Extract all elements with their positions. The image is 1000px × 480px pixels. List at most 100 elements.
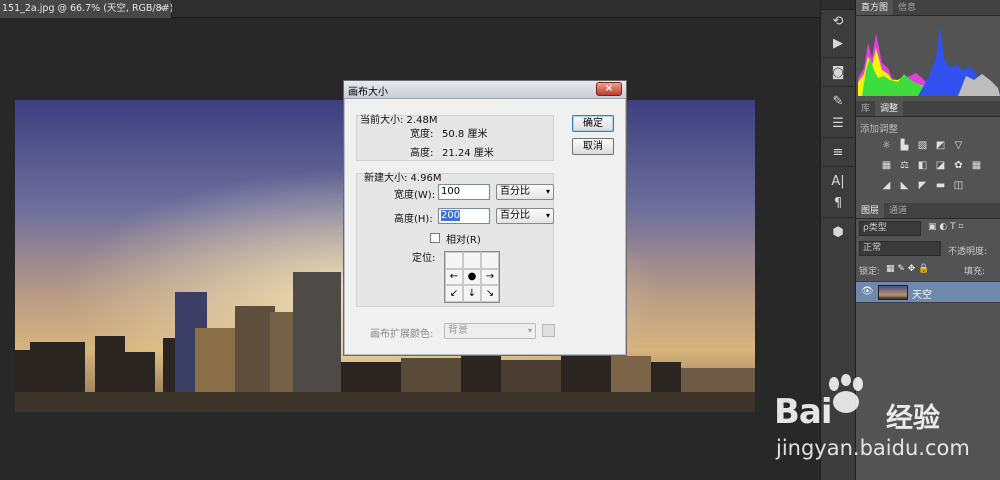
vibrance-icon[interactable]: ▽ bbox=[952, 139, 965, 152]
height-label: 高度(H): bbox=[394, 214, 433, 225]
layer-comps-icon[interactable]: ≡ bbox=[821, 141, 855, 163]
current-height-value: 21.24 厘米 bbox=[442, 148, 494, 159]
adjustments-panel: 库 调整 添加调整 ☼ ▙ ▧ ◩ ▽ ▦ ⚖ ◧ ◪ ✿ ▦ ◢ ◣ ◤ ▬ … bbox=[856, 101, 1000, 201]
filter-icons[interactable]: ▣ ◐ T ⌗ bbox=[928, 222, 964, 232]
current-size-label: 当前大小: 2.48M bbox=[360, 115, 438, 126]
tab-library[interactable]: 库 bbox=[856, 101, 875, 116]
gradient-map-icon[interactable]: ▬ bbox=[934, 179, 947, 192]
exposure-icon[interactable]: ◩ bbox=[934, 139, 947, 152]
opacity-label: 不透明度: bbox=[948, 247, 988, 257]
adjustments-row-2: ▦ ⚖ ◧ ◪ ✿ ▦ bbox=[880, 159, 983, 172]
posterize-icon[interactable]: ◣ bbox=[898, 179, 911, 192]
layer-filter-select[interactable]: ρ类型 bbox=[859, 221, 921, 236]
selective-color-icon[interactable]: ◫ bbox=[952, 179, 965, 192]
eye-icon[interactable]: 👁 bbox=[861, 286, 874, 297]
levels-icon[interactable]: ▙ bbox=[898, 139, 911, 152]
watermark-brand: Bai bbox=[774, 392, 833, 432]
history-icon[interactable]: ⟲ bbox=[821, 10, 855, 32]
lock-icons[interactable]: ▦ ✎ ✥ 🔒 bbox=[886, 264, 929, 274]
document-tab-title: 151_2a.jpg @ 66.7% (天空, RGB/8#) * bbox=[2, 3, 182, 14]
dialog-title-bar[interactable]: 画布大小 × bbox=[344, 81, 626, 99]
height-unit-value: 百分比 bbox=[500, 210, 530, 221]
anchor-cell-center[interactable]: ● bbox=[463, 268, 481, 286]
height-input[interactable]: 200 bbox=[438, 208, 490, 224]
close-button[interactable]: × bbox=[596, 82, 622, 96]
baidu-watermark: Bai 经验 jingyan.baidu.com bbox=[760, 370, 1000, 480]
brush-icon[interactable]: ✎ bbox=[821, 90, 855, 112]
anchor-grid[interactable]: ← ● → ↙ ↓ ↘ bbox=[444, 251, 500, 303]
adjustments-tabs: 库 调整 bbox=[856, 101, 1000, 117]
current-width-label: 宽度: bbox=[410, 129, 434, 140]
extension-color-swatch[interactable] bbox=[542, 324, 555, 337]
layer-row[interactable]: 👁 天空 bbox=[856, 281, 1000, 303]
character-icon[interactable]: A| bbox=[821, 170, 855, 192]
sliders-icon[interactable]: ☰ bbox=[821, 112, 855, 134]
cancel-button[interactable]: 取消 bbox=[572, 138, 614, 155]
divider bbox=[823, 166, 853, 167]
anchor-label: 定位: bbox=[412, 253, 436, 264]
layers-tabs: 图层 通道 bbox=[856, 203, 1000, 219]
width-unit-value: 百分比 bbox=[500, 186, 530, 197]
relative-checkbox[interactable] bbox=[430, 233, 440, 243]
info-icon[interactable]: ◙ bbox=[821, 61, 855, 83]
watermark-brand-cn: 经验 bbox=[886, 403, 940, 434]
adjustments-row-1: ☼ ▙ ▧ ◩ ▽ bbox=[880, 139, 965, 152]
anchor-cell-top-left[interactable] bbox=[445, 252, 463, 269]
divider bbox=[823, 86, 853, 87]
histogram-tabs: 直方图 信息 bbox=[856, 0, 1000, 16]
blend-mode-select[interactable]: 正常 bbox=[859, 241, 941, 256]
chevron-down-icon: ▾ bbox=[545, 211, 550, 220]
panel-grip[interactable] bbox=[821, 0, 855, 10]
anchor-cell-top-right[interactable] bbox=[481, 252, 499, 269]
hue-icon[interactable]: ▦ bbox=[880, 159, 893, 172]
fill-label: 填充: bbox=[964, 267, 986, 277]
curves-icon[interactable]: ▧ bbox=[916, 139, 929, 152]
histogram-graph bbox=[858, 26, 1000, 96]
brightness-icon[interactable]: ☼ bbox=[880, 139, 893, 152]
anchor-cell-bottom-right[interactable]: ↘ bbox=[481, 285, 499, 302]
watermark-url: jingyan.baidu.com bbox=[776, 436, 970, 460]
anchor-cell-top[interactable] bbox=[463, 252, 481, 269]
tab-channels[interactable]: 通道 bbox=[884, 203, 912, 218]
anchor-cell-bottom-left[interactable]: ↙ bbox=[445, 285, 463, 302]
invert-icon[interactable]: ◢ bbox=[880, 179, 893, 192]
black-white-icon[interactable]: ◧ bbox=[916, 159, 929, 172]
photo-filter-icon[interactable]: ◪ bbox=[934, 159, 947, 172]
play-icon[interactable]: ▶ bbox=[821, 32, 855, 54]
tab-adjustments[interactable]: 调整 bbox=[875, 101, 904, 116]
anchor-cell-left[interactable]: ← bbox=[445, 268, 463, 286]
chevron-down-icon: ▾ bbox=[527, 326, 532, 335]
dialog-body: 当前大小: 2.48M 宽度: 50.8 厘米 高度: 21.24 厘米 新建大… bbox=[350, 103, 622, 351]
tab-info[interactable]: 信息 bbox=[893, 0, 921, 15]
width-input[interactable]: 100 bbox=[438, 184, 490, 200]
tab-layers[interactable]: 图层 bbox=[856, 203, 885, 218]
width-label: 宽度(W): bbox=[394, 190, 436, 201]
divider bbox=[823, 217, 853, 218]
tab-bar bbox=[172, 0, 820, 18]
close-icon[interactable]: × bbox=[157, 0, 165, 18]
threshold-icon[interactable]: ◤ bbox=[916, 179, 929, 192]
divider bbox=[823, 137, 853, 138]
current-width-value: 50.8 厘米 bbox=[442, 129, 488, 140]
cube-icon[interactable]: ⬢ bbox=[821, 221, 855, 243]
layer-thumbnail bbox=[878, 285, 908, 300]
width-unit-select[interactable]: 百分比 ▾ bbox=[496, 184, 554, 200]
anchor-cell-right[interactable]: → bbox=[481, 268, 499, 286]
ok-button[interactable]: 确定 bbox=[572, 115, 614, 132]
extension-color-select[interactable]: 背景 ▾ bbox=[444, 323, 536, 339]
balance-icon[interactable]: ⚖ bbox=[898, 159, 911, 172]
height-input-selection: 200 bbox=[441, 210, 461, 221]
histogram-chart bbox=[858, 18, 1000, 96]
anchor-cell-bottom[interactable]: ↓ bbox=[463, 285, 481, 302]
current-height-label: 高度: bbox=[410, 148, 434, 159]
canvas-size-dialog: 画布大小 × 当前大小: 2.48M 宽度: 50.8 厘米 高度: 21.24… bbox=[343, 80, 627, 356]
channel-mixer-icon[interactable]: ✿ bbox=[952, 159, 965, 172]
chevron-down-icon: ▾ bbox=[545, 187, 550, 196]
tab-histogram[interactable]: 直方图 bbox=[856, 0, 894, 15]
lock-label: 锁定: bbox=[859, 267, 881, 277]
height-unit-select[interactable]: 百分比 ▾ bbox=[496, 208, 554, 224]
paragraph-icon[interactable]: ¶ bbox=[821, 192, 855, 214]
new-size-label: 新建大小: 4.96M bbox=[364, 173, 442, 184]
color-lookup-icon[interactable]: ▦ bbox=[970, 159, 983, 172]
document-tab[interactable]: 151_2a.jpg @ 66.7% (天空, RGB/8#) * × bbox=[0, 0, 181, 18]
